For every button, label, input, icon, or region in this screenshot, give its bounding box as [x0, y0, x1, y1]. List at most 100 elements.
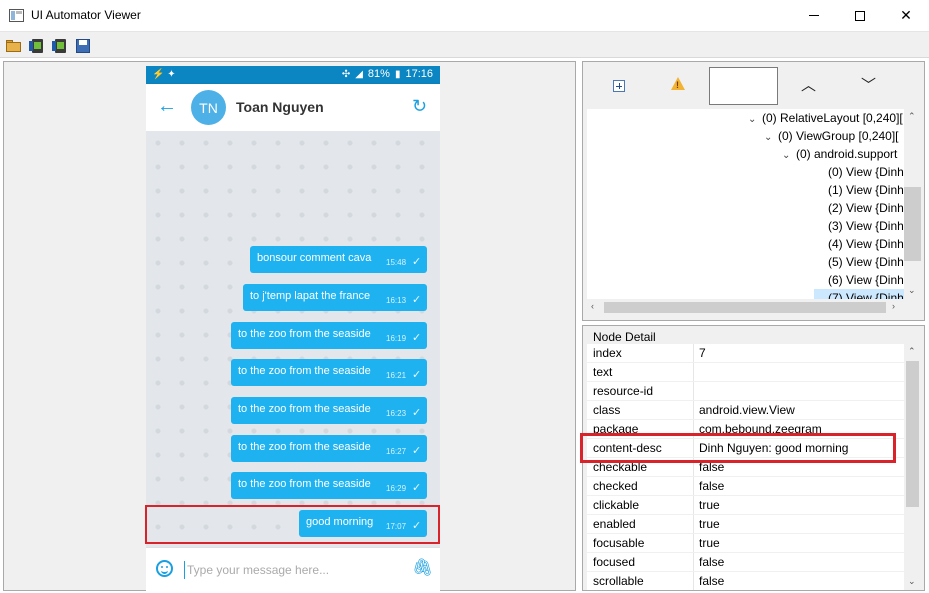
detail-row[interactable]: resource-id	[587, 382, 904, 401]
detail-key: scrollable	[593, 574, 644, 588]
delivered-check-icon: ✓	[412, 294, 422, 306]
detail-key: focused	[593, 555, 636, 569]
detail-value: true	[699, 536, 720, 550]
tree-node[interactable]: (5) View {Dinh N	[814, 253, 904, 271]
detail-value: false	[699, 574, 725, 588]
detail-row[interactable]: clickable true	[587, 496, 904, 515]
message-text: to the zoo from the seaside	[238, 441, 371, 453]
detail-row[interactable]: class android.view.View	[587, 401, 904, 420]
message-bubble[interactable]: to the zoo from the seaside 16:21 ✓	[231, 359, 427, 386]
minimize-button[interactable]	[791, 0, 837, 31]
detail-row[interactable]: focusable true	[587, 534, 904, 553]
message-bubble[interactable]: bonsour comment cava 15:48 ✓	[250, 246, 427, 273]
emoji-icon[interactable]	[156, 560, 173, 577]
tree-scroll-thumb[interactable]	[904, 187, 921, 261]
maximize-button[interactable]	[837, 0, 883, 31]
tree-node[interactable]: (0) View {Dinh N	[814, 163, 904, 181]
detail-value: true	[699, 498, 720, 512]
detail-key: clickable	[593, 498, 640, 512]
wifi-icon: ✣	[341, 68, 351, 80]
expand-all-icon[interactable]	[613, 80, 625, 92]
message-text: to the zoo from the seaside	[238, 365, 371, 377]
device-screenshot-compressed-icon[interactable]	[52, 39, 68, 53]
detail-value: 7	[699, 346, 706, 360]
scroll-left-arrow-icon[interactable]: ‹	[591, 301, 594, 311]
detail-value: false	[699, 479, 725, 493]
tree-node[interactable]: (6) View {Dinh N	[814, 271, 904, 289]
app-icon	[9, 9, 24, 22]
tree-node[interactable]: (1) View {Dinh N	[814, 181, 904, 199]
close-button[interactable]: ✕	[883, 0, 929, 31]
battery-icon: ▮	[394, 68, 401, 80]
detail-key: focusable	[593, 536, 645, 550]
tree-node[interactable]: (7) View {Dinh N	[814, 289, 904, 299]
tree-node[interactable]: ⌄ (0) android.support	[782, 145, 897, 163]
message-time: 16:21	[386, 371, 407, 380]
message-bubble[interactable]: to j'temp lapat the france 16:13 ✓	[243, 284, 427, 311]
detail-key: checked	[593, 479, 638, 493]
message-bubble[interactable]: to the zoo from the seaside 16:19 ✓	[231, 322, 427, 349]
message-bubble[interactable]: to the zoo from the seaside 16:27 ✓	[231, 435, 427, 462]
tree-node-label: (0) ViewGroup [0,240][	[778, 129, 899, 143]
tree-node-label: (6) View {Dinh N	[828, 273, 904, 287]
detail-scroll-thumb[interactable]	[906, 361, 919, 507]
node-filter-box[interactable]	[709, 67, 778, 105]
tree-node[interactable]: ⌄ (0) RelativeLayout [0,240][	[748, 109, 903, 127]
notification-icons: ⚡ ✦	[152, 69, 176, 80]
detail-row[interactable]: scrollable false	[587, 572, 904, 590]
scroll-up-arrow-icon[interactable]: ⌃	[908, 111, 916, 122]
detail-scroll-up-icon[interactable]: ⌃	[908, 346, 916, 357]
tree-vertical-scrollbar[interactable]: ⌃ ⌄	[904, 109, 921, 299]
detail-key: class	[593, 403, 621, 417]
contact-name[interactable]: Toan Nguyen	[236, 99, 324, 115]
avatar[interactable]: TN	[191, 90, 226, 125]
detail-vertical-scrollbar[interactable]: ⌃ ⌄	[904, 344, 921, 590]
tree-node-label: (4) View {Dinh N	[828, 237, 904, 251]
tree-hscroll-thumb[interactable]	[604, 302, 886, 313]
message-composer: 🖇	[146, 547, 440, 591]
next-node-icon[interactable]: ﹀	[861, 74, 876, 95]
delivered-check-icon: ✓	[412, 256, 422, 268]
message-input[interactable]	[184, 561, 394, 579]
scroll-down-arrow-icon[interactable]: ⌄	[908, 285, 916, 296]
detail-row[interactable]: index 7	[587, 344, 904, 363]
detail-key: index	[593, 346, 622, 360]
detail-key: text	[593, 365, 613, 379]
selected-message-highlight	[145, 505, 440, 544]
scroll-right-arrow-icon[interactable]: ›	[892, 301, 895, 311]
detail-scroll-down-icon[interactable]: ⌄	[908, 576, 916, 587]
attachment-icon[interactable]: 🖇	[412, 558, 434, 578]
tree-node[interactable]: (3) View {Dinh N	[814, 217, 904, 235]
tree-horizontal-scrollbar[interactable]: ‹ ›	[587, 299, 904, 316]
detail-row[interactable]: enabled true	[587, 515, 904, 534]
device-screenshot-icon[interactable]	[29, 39, 45, 53]
tree-node-label: (5) View {Dinh N	[828, 255, 904, 269]
detail-row[interactable]: checked false	[587, 477, 904, 496]
message-bubble[interactable]: to the zoo from the seaside 16:23 ✓	[231, 397, 427, 424]
hierarchy-tree[interactable]: ⌄ (0) RelativeLayout [0,240][⌄ (0) ViewGro…	[587, 109, 904, 299]
tree-node-label: (1) View {Dinh N	[828, 183, 904, 197]
detail-row[interactable]: focused false	[587, 553, 904, 572]
refresh-icon[interactable]: ↻	[412, 95, 427, 117]
expand-chevron-icon[interactable]: ⌄	[782, 147, 796, 165]
detail-value: true	[699, 517, 720, 531]
expand-chevron-icon[interactable]: ⌄	[764, 129, 778, 147]
expand-chevron-icon[interactable]: ⌄	[748, 111, 762, 129]
previous-node-icon[interactable]: ︿	[801, 74, 816, 95]
content-desc-highlight	[580, 433, 896, 463]
detail-value: false	[699, 555, 725, 569]
status-bar: ⚡ ✦ ✣ ◢ 81% ▮ 17:16	[146, 66, 440, 84]
back-arrow-icon[interactable]: ←	[157, 95, 177, 117]
chat-header: ← TN Toan Nguyen ↻	[146, 84, 440, 131]
tree-node[interactable]: ⌄ (0) ViewGroup [0,240][	[764, 127, 899, 145]
message-bubble[interactable]: to the zoo from the seaside 16:29 ✓	[231, 472, 427, 499]
main-toolbar	[0, 32, 929, 58]
open-folder-icon[interactable]	[6, 39, 22, 53]
node-detail-title: Node Detail	[592, 330, 657, 344]
tree-node[interactable]: (2) View {Dinh N	[814, 199, 904, 217]
delivered-check-icon: ✓	[412, 482, 422, 494]
minimize-icon	[809, 15, 819, 16]
tree-node[interactable]: (4) View {Dinh N	[814, 235, 904, 253]
detail-row[interactable]: text	[587, 363, 904, 382]
save-icon[interactable]	[76, 39, 92, 53]
